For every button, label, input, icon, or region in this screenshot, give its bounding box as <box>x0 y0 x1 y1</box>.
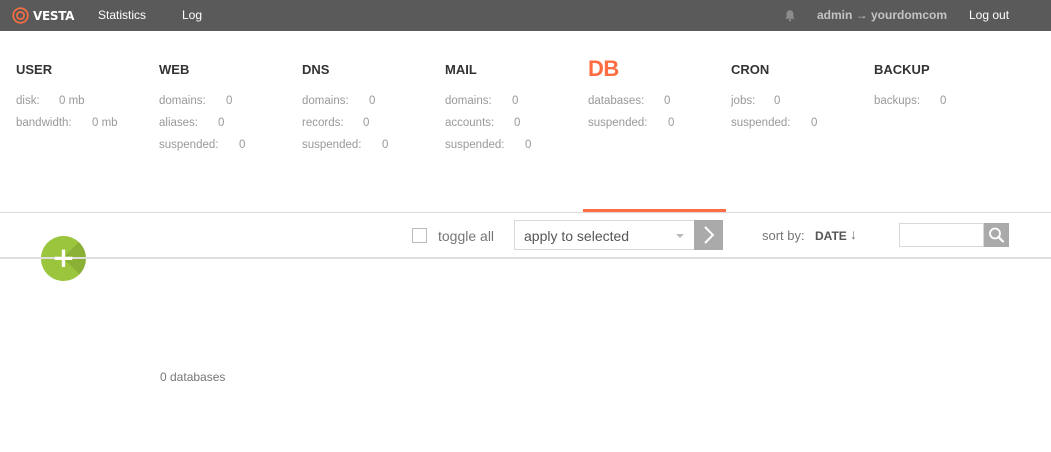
stat-value: 0 <box>239 139 246 151</box>
stat-label: jobs: <box>731 95 756 107</box>
user-account-link[interactable]: admin → yourdomcom <box>817 8 947 22</box>
stat-mail-accounts: accounts: 0 <box>445 117 520 129</box>
apply-button[interactable] <box>694 220 723 250</box>
stat-value: 0 <box>512 95 519 107</box>
bulk-action-value: apply to selected <box>524 228 630 244</box>
database-count: 0 databases <box>160 370 226 384</box>
sort-by-label: sort by: <box>762 228 805 243</box>
bell-icon[interactable] <box>784 9 796 22</box>
stat-label: backups: <box>874 95 921 107</box>
tab-cron[interactable]: CRON <box>731 62 769 78</box>
tab-db[interactable]: DB <box>588 56 619 81</box>
stat-label: suspended: <box>731 117 791 129</box>
caret-down-icon <box>676 234 684 238</box>
stat-label: aliases: <box>159 117 198 129</box>
stat-label: domains: <box>445 95 492 107</box>
stat-cron-suspended: suspended: 0 <box>731 117 817 129</box>
stat-value: 0 <box>382 139 389 151</box>
tab-mail[interactable]: MAIL <box>445 62 477 78</box>
stat-label: suspended: <box>588 117 648 129</box>
stat-web-domains: domains: 0 <box>159 95 232 107</box>
stat-label: records: <box>302 117 344 129</box>
stat-user-disk: disk: 0 mb <box>16 95 85 107</box>
vesta-logo-icon <box>12 7 29 24</box>
tab-divider <box>0 212 1051 213</box>
vesta-logo[interactable]: VESTA <box>12 7 74 24</box>
tab-title-db: DB <box>588 56 619 81</box>
stat-value: 0 <box>226 95 233 107</box>
stat-value: 0 <box>774 95 781 107</box>
stat-mail-suspended: suspended: 0 <box>445 139 531 151</box>
logout-link[interactable]: Log out <box>969 8 1009 22</box>
stat-value: 0 <box>668 117 675 129</box>
search-button[interactable] <box>984 223 1009 247</box>
tab-backup[interactable]: BACKUP <box>874 62 930 78</box>
stat-value: 0 <box>940 95 947 107</box>
stat-user-bandwidth: bandwidth: 0 mb <box>16 117 118 129</box>
stat-web-aliases: aliases: 0 <box>159 117 224 129</box>
tab-dns[interactable]: DNS <box>302 62 329 78</box>
stat-value: 0 <box>664 95 671 107</box>
stat-value: 0 <box>525 139 532 151</box>
tab-title-backup: BACKUP <box>874 62 930 77</box>
tab-title-dns: DNS <box>302 62 330 77</box>
toggle-all-label[interactable]: toggle all <box>438 228 494 244</box>
logo-text: VESTA <box>33 8 75 23</box>
sort-by-value[interactable]: DATE <box>815 229 847 243</box>
stat-value: 0 mb <box>59 95 85 107</box>
toolbar-divider <box>0 257 1051 259</box>
stat-label: disk: <box>16 95 40 107</box>
search-input[interactable] <box>899 223 984 247</box>
stat-value: 0 <box>369 95 376 107</box>
tab-web[interactable]: WEB <box>159 62 189 78</box>
top-navigation-bar: VESTA Statistics Log admin → yourdomcom … <box>0 0 1051 31</box>
nav-log[interactable]: Log <box>182 8 202 22</box>
stat-value: 0 <box>514 117 521 129</box>
stat-db-suspended: suspended: 0 <box>588 117 674 129</box>
plus-icon: + <box>51 241 76 274</box>
stat-dns-records: records: 0 <box>302 117 369 129</box>
stat-db-databases: databases: 0 <box>588 95 670 107</box>
search-icon <box>989 227 1005 243</box>
stat-value: 0 <box>363 117 370 129</box>
stat-cron-jobs: jobs: 0 <box>731 95 780 107</box>
add-database-button[interactable]: + <box>41 236 86 281</box>
tab-title-cron: CRON <box>731 62 770 77</box>
stat-label: domains: <box>159 95 206 107</box>
stat-label: domains: <box>302 95 349 107</box>
sort-direction-icon[interactable]: ↓ <box>850 226 857 242</box>
stat-value: 0 <box>811 117 818 129</box>
stat-backup-backups: backups: 0 <box>874 95 946 107</box>
stat-label: accounts: <box>445 117 495 129</box>
stat-mail-domains: domains: 0 <box>445 95 518 107</box>
tab-user[interactable]: USER <box>16 62 52 78</box>
stat-web-suspended: suspended: 0 <box>159 139 245 151</box>
nav-statistics[interactable]: Statistics <box>98 8 146 22</box>
stat-label: suspended: <box>445 139 505 151</box>
toggle-all-checkbox[interactable] <box>412 228 427 243</box>
chevron-right-icon <box>704 226 715 244</box>
stat-label: databases: <box>588 95 645 107</box>
stat-label: suspended: <box>159 139 219 151</box>
stat-label: bandwidth: <box>16 117 72 129</box>
tab-title-web: WEB <box>159 62 190 77</box>
stat-value: 0 mb <box>92 117 118 129</box>
tab-title-mail: MAIL <box>445 62 477 77</box>
tab-title-user: USER <box>16 62 53 77</box>
bulk-action-select[interactable]: apply to selected <box>514 220 695 250</box>
stat-value: 0 <box>218 117 225 129</box>
stat-dns-suspended: suspended: 0 <box>302 139 388 151</box>
stat-dns-domains: domains: 0 <box>302 95 375 107</box>
stat-label: suspended: <box>302 139 362 151</box>
